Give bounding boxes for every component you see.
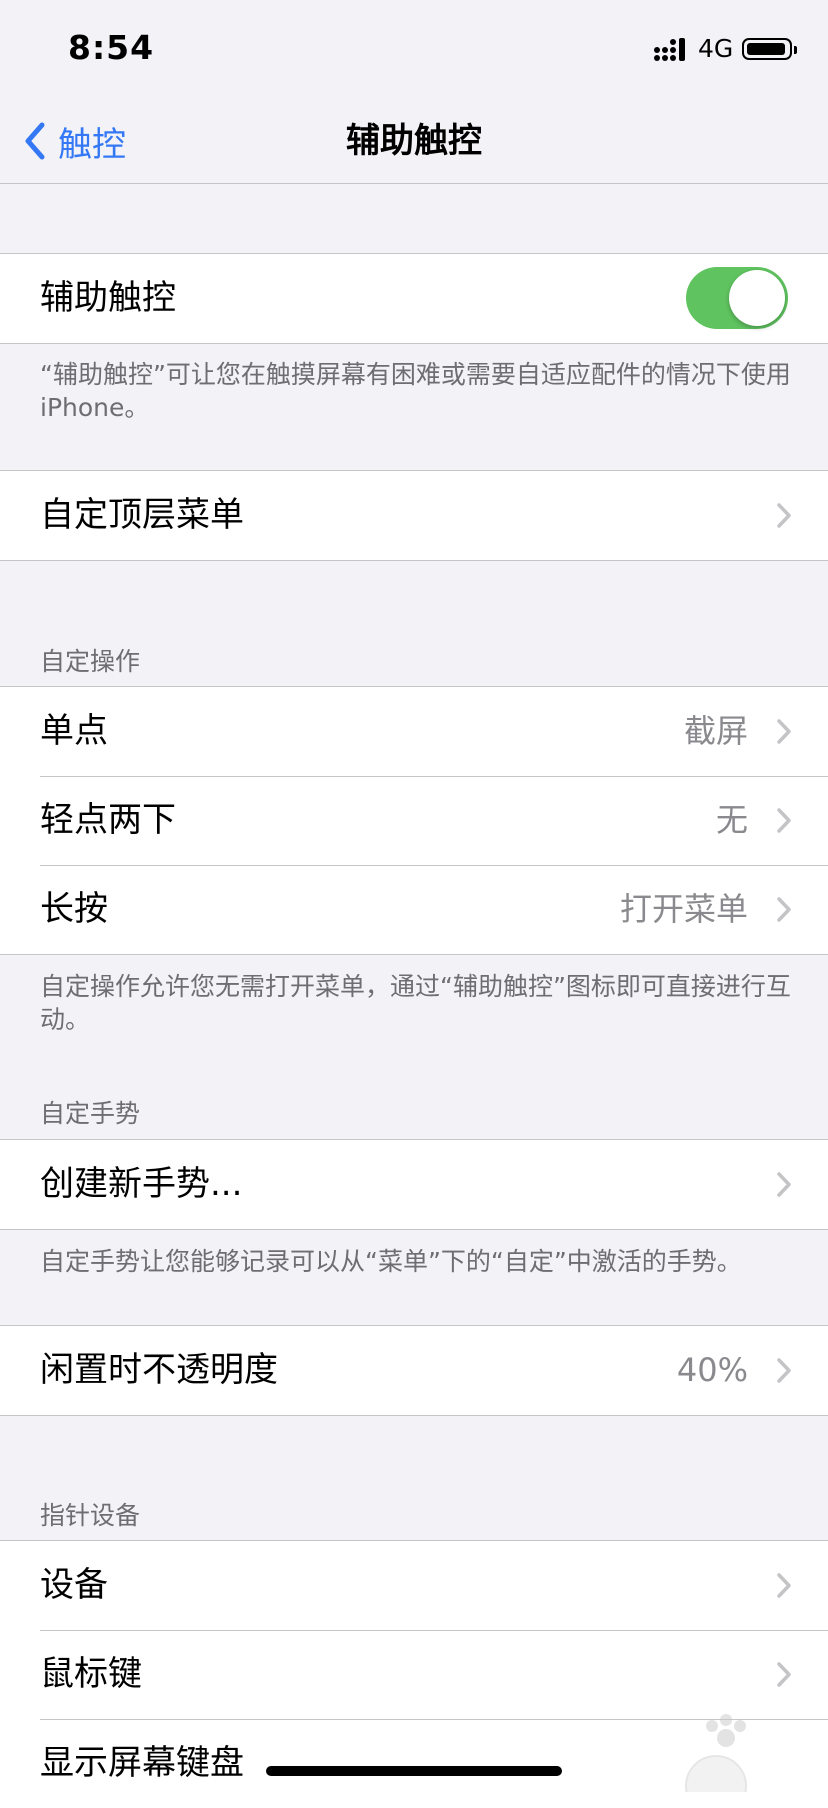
- status-time: 8:54: [68, 28, 155, 67]
- action-label: 长按: [40, 889, 108, 929]
- assistive-touch-group: 辅助触控: [0, 253, 828, 344]
- navigation-bar: 触控 辅助触控: [0, 100, 828, 184]
- action-value: 打开菜单: [619, 890, 748, 928]
- pointer-row-mouse-keys[interactable]: 鼠标键: [0, 1630, 828, 1719]
- cellular-signal-icon: [654, 38, 685, 61]
- idle-opacity-label: 闲置时不透明度: [40, 1350, 278, 1390]
- assistive-touch-row: 辅助触控: [0, 254, 828, 343]
- pointer-label: 鼠标键: [40, 1654, 142, 1694]
- battery-icon: [742, 38, 797, 60]
- custom-gestures-footer: 自定手势让您能够记录可以从“菜单”下的“自定”中激活的手势。: [40, 1247, 742, 1276]
- assistive-touch-footer: “辅助触控”可让您在触摸屏幕有困难或需要自适应配件的情况下使用iPhone。: [40, 360, 791, 422]
- action-row-single-tap[interactable]: 单点 截屏: [0, 687, 828, 776]
- action-value: 截屏: [683, 712, 748, 750]
- action-label: 轻点两下: [40, 800, 176, 840]
- custom-gestures-header: 自定手势: [40, 1099, 141, 1128]
- action-label: 单点: [40, 711, 108, 751]
- network-type: 4G: [698, 34, 734, 63]
- action-value: 无: [715, 801, 748, 839]
- pointer-label: 显示屏幕键盘: [40, 1743, 244, 1783]
- action-row-long-press[interactable]: 长按 打开菜单: [0, 865, 828, 954]
- assistive-touch-label: 辅助触控: [40, 278, 176, 318]
- idle-opacity-group: 闲置时不透明度 40%: [0, 1325, 828, 1416]
- pointer-row-devices[interactable]: 设备: [0, 1541, 828, 1630]
- page-title: 辅助触控: [346, 121, 482, 161]
- chevron-right-icon: [777, 1358, 791, 1383]
- top-menu-label: 自定顶层菜单: [40, 495, 244, 535]
- status-bar: 8:54 4G: [0, 0, 828, 100]
- action-row-double-tap[interactable]: 轻点两下 无: [0, 776, 828, 865]
- top-menu-row[interactable]: 自定顶层菜单: [0, 471, 828, 560]
- custom-actions-group: 单点 截屏 轻点两下 无 长按 打开菜单: [0, 686, 828, 955]
- idle-opacity-row[interactable]: 闲置时不透明度 40%: [0, 1326, 828, 1415]
- chevron-right-icon: [777, 1662, 791, 1687]
- custom-actions-footer: 自定操作允许您无需打开菜单，通过“辅助触控”图标即可直接进行互动。: [40, 972, 791, 1034]
- create-gesture-row[interactable]: 创建新手势...: [0, 1140, 828, 1229]
- create-gesture-label: 创建新手势...: [40, 1164, 243, 1204]
- watermark-logo-icon: [685, 1714, 747, 1792]
- toggle-knob: [729, 270, 785, 326]
- chevron-right-icon: [777, 503, 791, 528]
- chevron-right-icon: [777, 897, 791, 922]
- chevron-right-icon: [777, 808, 791, 833]
- chevron-right-icon: [777, 1172, 791, 1197]
- pointer-devices-header: 指针设备: [40, 1501, 141, 1530]
- home-indicator[interactable]: [266, 1766, 562, 1776]
- top-menu-group: 自定顶层菜单: [0, 470, 828, 561]
- idle-opacity-value: 40%: [676, 1351, 748, 1389]
- assistive-touch-toggle[interactable]: [686, 267, 788, 329]
- custom-actions-header: 自定操作: [40, 647, 141, 676]
- pointer-label: 设备: [40, 1565, 108, 1605]
- chevron-right-icon: [777, 719, 791, 744]
- chevron-right-icon: [777, 1573, 791, 1598]
- custom-gestures-group: 创建新手势...: [0, 1139, 828, 1230]
